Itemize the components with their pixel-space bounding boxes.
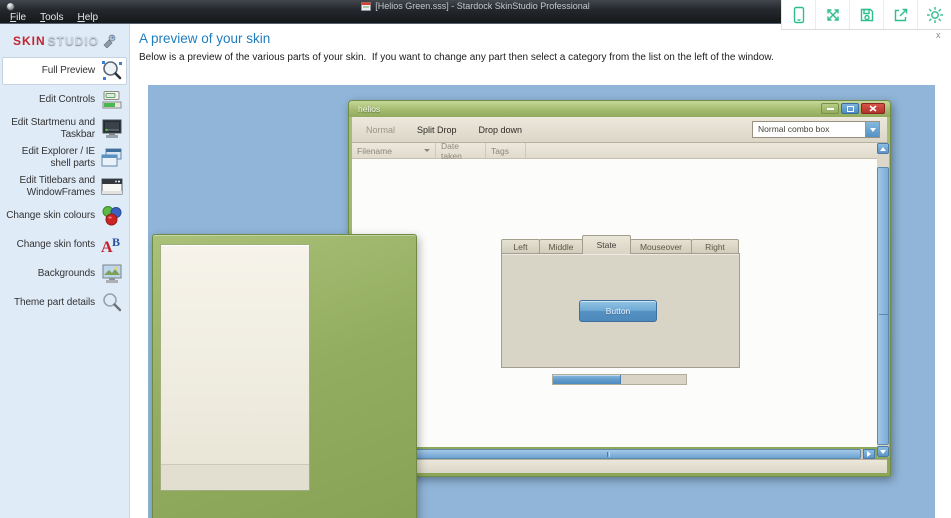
sidebar-item-edit-explorer[interactable]: Edit Explorer / IE shell parts — [2, 144, 127, 172]
menu-help[interactable]: Help — [70, 12, 105, 24]
toolbar-button-normal[interactable]: Normal — [366, 125, 395, 135]
share-icon — [894, 8, 907, 21]
menu-file[interactable]: File — [3, 12, 33, 24]
magnifier-outline-icon — [100, 291, 124, 315]
combo-value: Normal combo box — [758, 124, 830, 134]
monitor-icon — [100, 117, 124, 141]
maximize-button[interactable] — [841, 103, 859, 114]
column-tags[interactable]: Tags — [486, 143, 526, 158]
logo-text-studio: STUDIO — [47, 33, 99, 48]
chevron-down-icon — [869, 127, 876, 132]
settings-icon — [926, 6, 943, 23]
combo-box[interactable]: Normal combo box — [752, 121, 880, 138]
green-skin-window[interactable] — [152, 234, 417, 518]
settings-button[interactable] — [918, 0, 951, 29]
column-date-taken[interactable]: Date taken — [436, 141, 486, 161]
sidebar-item-full-preview[interactable]: Full Preview — [2, 57, 127, 85]
sidebar-item-theme-part-details[interactable]: Theme part details — [2, 289, 127, 317]
sidebar-item-change-skin-fonts[interactable]: Change skin fonts AB — [2, 231, 127, 259]
tab-mouseover[interactable]: Mouseover — [630, 239, 692, 254]
helios-preview-window: helios Normal Split Drop Drop down Norma… — [348, 100, 891, 477]
helios-toolbar: Normal Split Drop Drop down Normal combo… — [352, 117, 887, 143]
app-window: [Helios Green.sss] - Stardock SkinStudio… — [0, 0, 951, 518]
expand-icon — [826, 8, 839, 21]
menubar: File Tools Help — [0, 12, 105, 24]
menu-tools[interactable]: Tools — [33, 12, 70, 24]
sidebar-item-edit-titlebars[interactable]: Edit Titlebars and WindowFrames — [2, 173, 127, 201]
scroll-down-button[interactable] — [877, 446, 889, 457]
arrow-up-icon — [880, 146, 886, 151]
vertical-scroll-thumb[interactable] — [877, 167, 889, 445]
vertical-scrollbar[interactable] — [877, 143, 889, 457]
green-panel-footer — [161, 464, 309, 490]
sidebar-item-change-skin-colours[interactable]: Change skin colours — [2, 202, 127, 230]
horizontal-scrollbar[interactable] — [353, 449, 875, 459]
combo-dropdown-button[interactable] — [865, 122, 879, 137]
toolbar-button-drop-down[interactable]: Drop down — [479, 125, 523, 135]
quick-toolbar — [781, 0, 951, 30]
status-bar — [352, 459, 887, 473]
controls-icon — [100, 88, 124, 112]
magnifier-icon — [100, 59, 124, 83]
logo-text-skin: SKIN — [12, 33, 46, 48]
sidebar-item-edit-controls[interactable]: Edit Controls — [2, 86, 127, 114]
arrow-right-icon — [867, 451, 871, 457]
document-icon — [361, 2, 372, 11]
tab-strip: Left Middle State Mouseover Right — [501, 235, 740, 254]
skin-preview-area: helios Normal Split Drop Drop down Norma… — [148, 85, 935, 518]
fullscreen-button[interactable] — [816, 0, 850, 29]
page-title: A preview of your skin — [139, 31, 271, 46]
close-icon — [869, 105, 877, 112]
backgrounds-icon — [100, 262, 124, 286]
tab-control: Left Middle State Mouseover Right Button — [501, 235, 740, 368]
preview-button[interactable]: Button — [579, 300, 657, 322]
svg-text:B: B — [112, 235, 120, 249]
sort-arrow-icon — [424, 149, 430, 152]
sidebar-item-backgrounds[interactable]: Backgrounds — [2, 260, 127, 288]
minimize-icon — [826, 107, 834, 110]
save-button[interactable] — [850, 0, 884, 29]
toolbar-button-split-drop[interactable]: Split Drop — [417, 125, 457, 135]
skinstudio-logo-icon — [103, 34, 116, 48]
scroll-right-button[interactable] — [863, 449, 875, 459]
arrow-down-icon — [880, 449, 886, 454]
quickbar-close-button[interactable]: x — [936, 31, 941, 40]
color-balls-icon — [100, 204, 124, 228]
helios-window-buttons — [821, 103, 885, 114]
tab-left[interactable]: Left — [501, 239, 540, 254]
device-preview-button[interactable] — [782, 0, 816, 29]
helios-title: helios — [358, 104, 381, 114]
close-button[interactable] — [861, 103, 885, 114]
sidebar-nav: Full Preview Edit Controls Edit Startmen… — [0, 57, 129, 317]
minimize-button[interactable] — [821, 103, 839, 114]
page-description: Below is a preview of the various parts … — [139, 52, 774, 63]
list-body: Left Middle State Mouseover Right Button — [352, 159, 887, 447]
green-window-panel — [160, 244, 310, 491]
skinstudio-logo: SKIN STUDIO — [0, 24, 129, 57]
progress-bar — [552, 374, 687, 385]
save-icon — [860, 8, 873, 21]
sidebar: SKIN STUDIO Full Preview Edit Controls Ed… — [0, 24, 130, 518]
device-icon — [793, 6, 804, 23]
window-title: [Helios Green.sss] - Stardock SkinStudio… — [375, 1, 590, 11]
tab-right[interactable]: Right — [691, 239, 739, 254]
export-button[interactable] — [884, 0, 918, 29]
list-column-header: Filename Date taken Tags — [352, 141, 887, 161]
horizontal-scroll-thumb[interactable] — [353, 449, 861, 459]
scroll-up-button[interactable] — [877, 143, 889, 154]
tab-middle[interactable]: Middle — [539, 239, 583, 254]
tab-panel: Button — [501, 253, 740, 368]
titlebar-icon — [100, 175, 124, 199]
explorer-windows-icon — [100, 146, 124, 170]
scroll-grip — [607, 452, 608, 457]
progress-fill — [553, 375, 621, 384]
column-filename[interactable]: Filename — [352, 143, 436, 158]
sidebar-item-edit-startmenu-taskbar[interactable]: Edit Startmenu and Taskbar — [2, 115, 127, 143]
fonts-ab-icon: AB — [100, 233, 124, 257]
tab-state[interactable]: State — [582, 235, 631, 254]
maximize-icon — [846, 105, 854, 112]
main-content: A preview of your skin Below is a previe… — [130, 24, 951, 518]
helios-titlebar[interactable]: helios — [349, 101, 890, 117]
